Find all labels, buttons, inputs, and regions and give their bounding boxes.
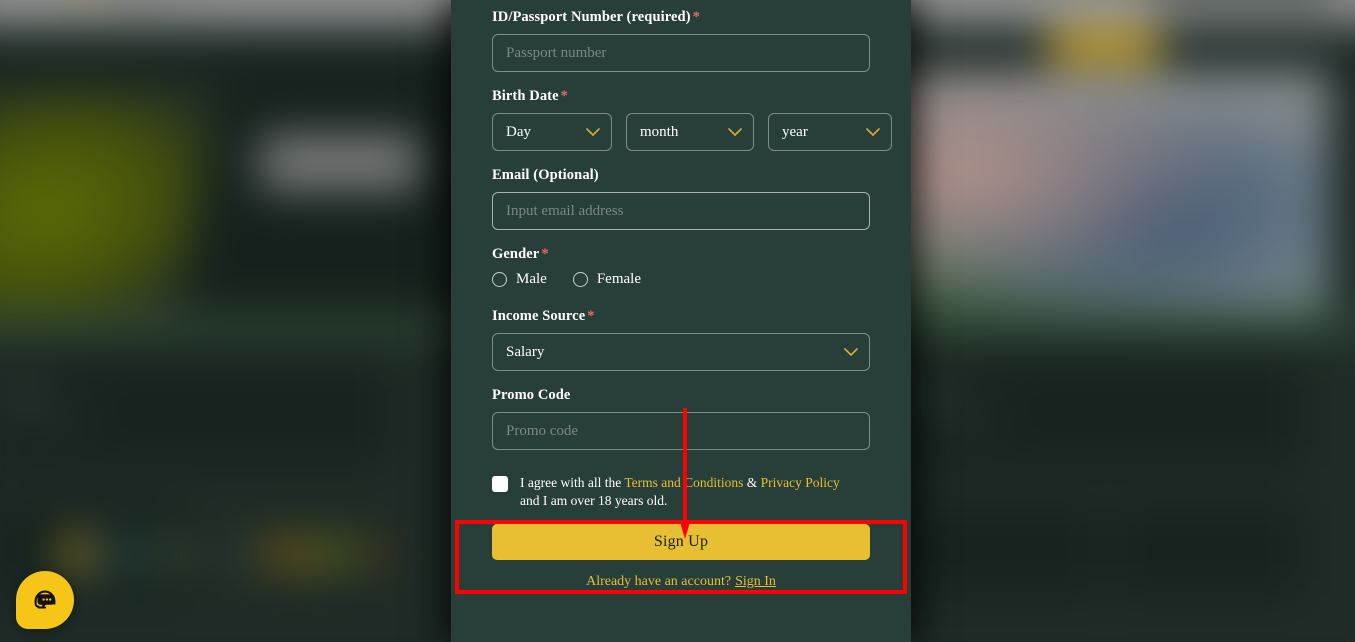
site-tile — [1115, 505, 1300, 595]
site-tile-label — [4, 378, 44, 404]
sign-in-prompt-row: Already have an account? Sign In — [492, 574, 870, 590]
birth-month-select[interactable]: month — [626, 113, 754, 151]
sign-in-link[interactable]: Sign In — [735, 574, 776, 589]
site-nav-active-item — [1050, 28, 1160, 68]
gender-radio-row: Male Female — [492, 271, 870, 288]
promo-code-input[interactable] — [492, 412, 870, 450]
radio-unchecked-icon — [492, 272, 507, 287]
required-asterisk: * — [692, 9, 701, 25]
income-source-select[interactable]: Salary — [492, 333, 870, 371]
id-passport-field-block: ID/Passport Number (required) * — [492, 0, 870, 72]
income-source-select-wrap: Salary — [492, 333, 870, 371]
site-logo — [80, 0, 210, 2]
birth-month-select-wrap: month — [626, 113, 754, 151]
gender-field-block: Gender * Male Female — [492, 246, 870, 288]
birth-date-label: Birth Date * — [492, 88, 870, 105]
birth-year-select-wrap: year — [768, 113, 892, 151]
privacy-policy-link[interactable]: Privacy Policy — [761, 475, 840, 490]
terms-text: I agree with all the Terms and Condition… — [520, 474, 860, 510]
payment-icon — [65, 538, 89, 570]
site-tile-label — [916, 412, 1002, 424]
email-label: Email (Optional) — [492, 167, 599, 183]
birth-day-select[interactable]: Day — [492, 113, 612, 151]
chat-headset-icon — [30, 585, 60, 615]
site-hero-card — [260, 135, 420, 190]
sign-in-prompt-text: Already have an account? — [586, 574, 732, 589]
birth-day-select-wrap: Day — [492, 113, 612, 151]
payment-icon — [131, 538, 155, 570]
support-chat-button[interactable] — [16, 571, 74, 629]
payment-icon — [164, 538, 188, 570]
birth-date-row: Day month year — [492, 113, 892, 151]
gender-label: Gender * — [492, 246, 870, 263]
terms-checkbox[interactable] — [492, 476, 508, 492]
site-tile-label — [916, 378, 956, 404]
gender-option-male[interactable]: Male — [492, 271, 547, 288]
required-asterisk: * — [587, 308, 595, 324]
site-payment-icon-row — [65, 538, 395, 572]
email-field-block: Email (Optional) — [492, 167, 870, 230]
email-input[interactable] — [492, 192, 870, 230]
income-source-label-text: Income Source — [492, 308, 586, 324]
gender-option-male-label: Male — [516, 271, 547, 287]
site-hero-photo — [860, 70, 1330, 330]
payment-icon — [329, 538, 353, 570]
gender-option-female-label: Female — [596, 271, 641, 287]
id-passport-label-text: ID/Passport Number (required) — [492, 9, 691, 25]
birth-year-select[interactable]: year — [768, 113, 892, 151]
terms-text-after: and I am over 18 years old. — [520, 493, 668, 508]
site-tile-label — [4, 412, 90, 424]
birth-date-field-block: Birth Date * Day month year — [492, 88, 892, 151]
site-topbar-button — [1150, 0, 1335, 4]
promo-code-label: Promo Code — [492, 387, 571, 403]
terms-text-amp: & — [743, 475, 761, 490]
required-asterisk: * — [541, 246, 549, 262]
birth-date-label-text: Birth Date — [492, 88, 559, 104]
id-passport-input[interactable] — [492, 34, 870, 72]
payment-icon — [263, 538, 287, 570]
payment-icon — [230, 538, 254, 570]
payment-icon — [362, 538, 386, 570]
site-tile — [900, 505, 1100, 595]
gender-label-text: Gender — [492, 246, 540, 262]
signup-modal: ID/Passport Number (required)* Birth Dat… — [451, 0, 911, 642]
terms-and-conditions-link[interactable]: Terms and Conditions — [624, 475, 743, 490]
income-source-field-block: Income Source * Salary — [492, 308, 870, 371]
terms-agreement-row: I agree with all the Terms and Condition… — [492, 474, 870, 510]
income-source-label: Income Source * — [492, 308, 870, 325]
payment-icon — [197, 538, 221, 570]
payment-icon — [98, 538, 122, 570]
promo-code-field-block: Promo Code — [492, 387, 870, 450]
gender-option-female[interactable]: Female — [572, 271, 641, 288]
id-passport-label: ID/Passport Number (required) * — [492, 9, 870, 26]
terms-text-before: I agree with all the — [520, 475, 625, 490]
payment-icon — [296, 538, 320, 570]
radio-unchecked-icon — [572, 272, 588, 287]
sign-up-button[interactable]: Sign Up — [492, 524, 870, 560]
required-asterisk: * — [560, 88, 568, 104]
